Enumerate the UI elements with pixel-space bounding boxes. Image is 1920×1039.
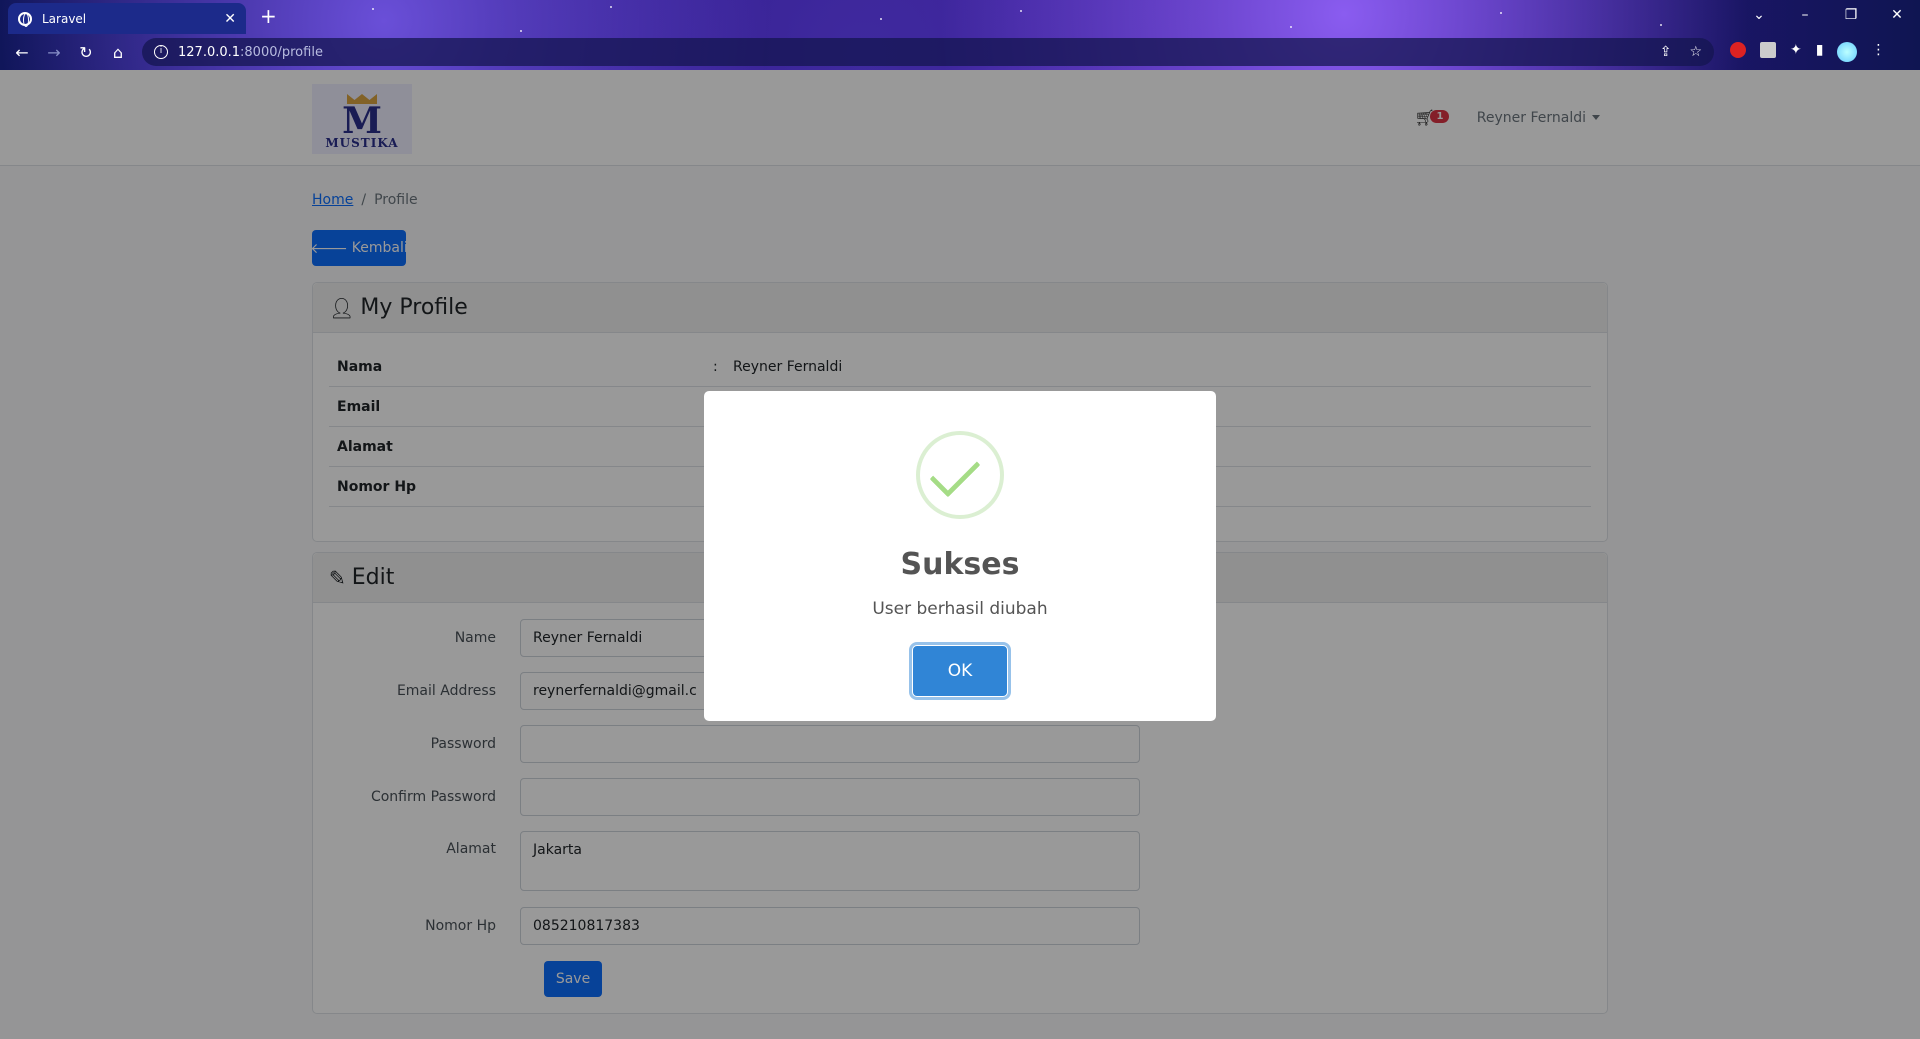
restore-button[interactable]: ❐ — [1828, 2, 1874, 28]
extensions-area: ✦ ▮ ⋮ — [1730, 42, 1885, 62]
browser-tab[interactable]: Laravel ✕ — [8, 3, 246, 34]
globe-icon — [18, 11, 32, 27]
menu-dots-icon[interactable]: ⋮ — [1871, 42, 1885, 62]
extension-image-icon[interactable] — [1760, 42, 1776, 58]
profile-avatar[interactable] — [1837, 42, 1858, 62]
success-alert-dialog: Sukses User berhasil diubah OK — [704, 391, 1216, 721]
window-controls: ⌄ – ❐ ✕ — [1736, 2, 1920, 28]
ok-button[interactable]: OK — [912, 645, 1008, 697]
tab-title: Laravel — [42, 11, 87, 26]
alert-message: User berhasil diubah — [872, 599, 1048, 619]
forward-arrow-icon[interactable]: → — [38, 43, 70, 62]
side-panel-icon[interactable]: ▮ — [1816, 42, 1824, 62]
url-path: :8000/profile — [240, 44, 323, 60]
reload-icon[interactable]: ↻ — [70, 43, 102, 62]
site-info-icon[interactable]: i — [154, 45, 168, 59]
tab-search-icon[interactable]: ⌄ — [1736, 2, 1782, 28]
alert-title: Sukses — [900, 547, 1020, 582]
home-icon[interactable]: ⌂ — [102, 43, 134, 62]
url-host: 127.0.0.1 — [178, 44, 241, 60]
close-icon[interactable]: ✕ — [224, 11, 236, 27]
browser-chrome: Laravel ✕ + ⌄ – ❐ ✕ ← → ↻ ⌂ i 127.0.0.1:… — [0, 0, 1920, 70]
browser-toolbar: ← → ↻ ⌂ i 127.0.0.1:8000/profile ⇪ ☆ ✦ ▮… — [0, 36, 1920, 68]
new-tab-button[interactable]: + — [260, 4, 277, 28]
minimize-button[interactable]: – — [1782, 2, 1828, 28]
share-icon[interactable]: ⇪ — [1660, 44, 1672, 60]
back-arrow-icon[interactable]: ← — [6, 43, 38, 62]
puzzle-icon[interactable]: ✦ — [1790, 42, 1802, 62]
address-bar[interactable]: i 127.0.0.1:8000/profile ⇪ ☆ — [142, 38, 1714, 66]
extension-red-icon[interactable] — [1730, 42, 1746, 58]
bookmark-star-icon[interactable]: ☆ — [1689, 44, 1702, 60]
success-check-icon — [916, 431, 1004, 519]
close-window-button[interactable]: ✕ — [1874, 2, 1920, 28]
